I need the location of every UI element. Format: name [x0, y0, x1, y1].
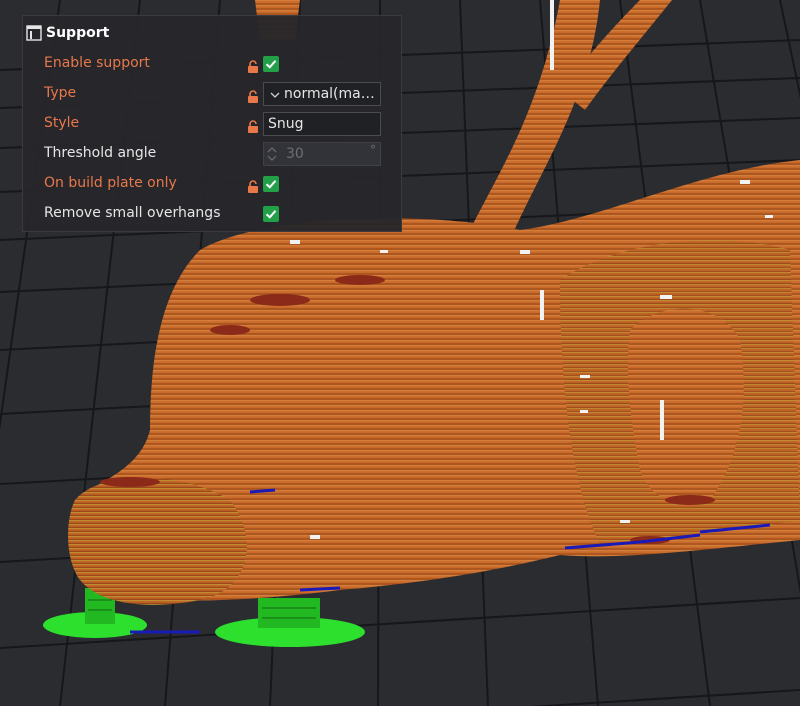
- check-icon: [265, 210, 277, 219]
- panel-title: Support: [46, 25, 110, 41]
- setting-label: Style: [44, 115, 80, 131]
- setting-row-type: Type normal(man...: [23, 79, 401, 109]
- spin-unit: °: [370, 143, 376, 157]
- setting-row-on-build-plate-only: On build plate only: [23, 169, 401, 199]
- setting-label: Threshold angle: [44, 145, 157, 161]
- support-panel-icon: [26, 25, 42, 41]
- support-style-field[interactable]: Snug: [263, 112, 381, 136]
- setting-row-enable-support: Enable support: [23, 49, 401, 79]
- unlock-icon[interactable]: [247, 178, 259, 193]
- setting-label: On build plate only: [44, 175, 177, 191]
- setting-label: Type: [44, 85, 77, 101]
- setting-row-remove-small-overhangs: Remove small overhangs: [23, 199, 401, 229]
- combo-value: normal(man...: [284, 86, 380, 102]
- check-icon: [265, 180, 277, 189]
- build-plate-only-checkbox[interactable]: [263, 176, 279, 192]
- unlock-icon[interactable]: [247, 88, 259, 103]
- spin-value: 30: [286, 146, 304, 162]
- spin-arrows-icon: [267, 147, 277, 161]
- setting-label: Remove small overhangs: [44, 205, 221, 221]
- unlock-icon[interactable]: [247, 58, 259, 73]
- setting-row-style: Style Snug: [23, 109, 401, 139]
- panel-header: Support: [26, 22, 109, 44]
- setting-row-threshold-angle: Threshold angle 30 °: [23, 139, 401, 169]
- unlock-icon[interactable]: [247, 118, 259, 133]
- support-settings-panel: Support Enable support Type normal(man..…: [22, 15, 402, 232]
- chevron-down-icon: [270, 92, 280, 98]
- threshold-angle-spinbox[interactable]: 30 °: [263, 142, 381, 166]
- check-icon: [265, 60, 277, 69]
- support-type-combo[interactable]: normal(man...: [263, 82, 381, 106]
- enable-support-checkbox[interactable]: [263, 56, 279, 72]
- remove-small-overhangs-checkbox[interactable]: [263, 206, 279, 222]
- setting-label: Enable support: [44, 55, 150, 71]
